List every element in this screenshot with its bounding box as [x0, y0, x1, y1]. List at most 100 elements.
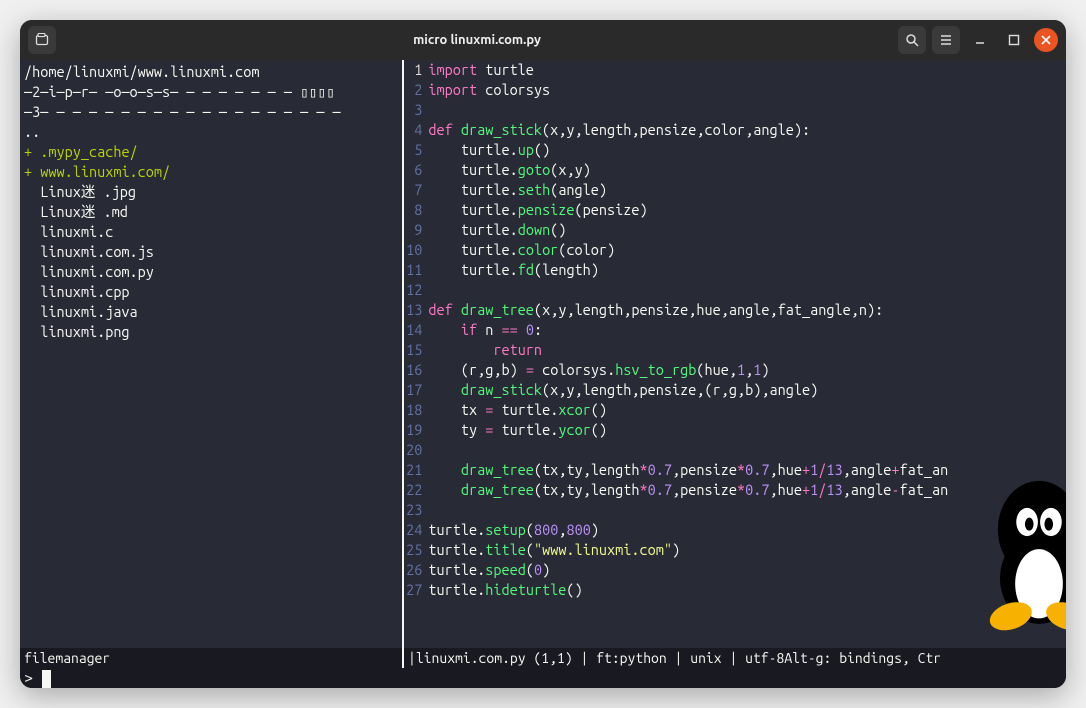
menu-button[interactable] [932, 26, 960, 54]
line-number: 12 [404, 280, 428, 300]
code-text [428, 440, 1066, 460]
code-line[interactable]: 22 draw_tree(tx,ty,length*0.7,pensize*0.… [404, 480, 1066, 500]
search-button[interactable] [898, 26, 926, 54]
line-number: 7 [404, 180, 428, 200]
code-line[interactable]: 21 draw_tree(tx,ty,length*0.7,pensize*0.… [404, 460, 1066, 480]
decor-line-1: —2—i—p—r— —o—o—s—s— — — — — — — — ▯▯▯▯ [24, 82, 398, 102]
maximize-button[interactable] [1000, 26, 1028, 54]
parent-dir[interactable]: .. [24, 122, 398, 142]
code-line[interactable]: 6 turtle.goto(x,y) [404, 160, 1066, 180]
close-button[interactable] [1034, 28, 1058, 52]
code-text: turtle.setup(800,800) [428, 520, 1066, 540]
close-icon [1041, 35, 1051, 45]
code-text: turtle.goto(x,y) [428, 160, 1066, 180]
code-line[interactable]: 17 draw_stick(x,y,length,pensize,(r,g,b)… [404, 380, 1066, 400]
tab-icon [35, 33, 49, 47]
line-number: 9 [404, 220, 428, 240]
line-number: 2 [404, 80, 428, 100]
prompt: > [24, 669, 42, 687]
code-line[interactable]: 3 [404, 100, 1066, 120]
code-text: (r,g,b) = colorsys.hsv_to_rgb(hue,1,1) [428, 360, 1066, 380]
code-text: turtle.down() [428, 220, 1066, 240]
line-number: 11 [404, 260, 428, 280]
code-text: turtle.title("www.linuxmi.com") [428, 540, 1066, 560]
line-number: 24 [404, 520, 428, 540]
code-text: turtle.fd(length) [428, 260, 1066, 280]
search-icon [905, 33, 919, 47]
code-line[interactable]: 14 if n == 0: [404, 320, 1066, 340]
code-text: return [428, 340, 1066, 360]
file-tree[interactable]: /home/linuxmi/www.linuxmi.com —2—i—p—r— … [20, 60, 404, 648]
line-number: 25 [404, 540, 428, 560]
code-text: import turtle [428, 60, 1066, 80]
decor-line-2: —3— — — — — — — — — — — — — — — — — — — [24, 102, 398, 122]
line-number: 6 [404, 160, 428, 180]
code-text: turtle.color(color) [428, 240, 1066, 260]
dir-entry[interactable]: + .mypy_cache/ [24, 142, 398, 162]
file-entry[interactable]: linuxmi.java [24, 302, 398, 322]
cursor [42, 670, 51, 688]
file-entry[interactable]: linuxmi.png [24, 322, 398, 342]
code-line[interactable]: 4def draw_stick(x,y,length,pensize,color… [404, 120, 1066, 140]
line-number: 18 [404, 400, 428, 420]
code-line[interactable]: 18 tx = turtle.xcor() [404, 400, 1066, 420]
line-number: 26 [404, 560, 428, 580]
line-number: 5 [404, 140, 428, 160]
code-line[interactable]: 16 (r,g,b) = colorsys.hsv_to_rgb(hue,1,1… [404, 360, 1066, 380]
line-number: 14 [404, 320, 428, 340]
line-number: 17 [404, 380, 428, 400]
line-number: 3 [404, 100, 428, 120]
code-text: turtle.hideturtle() [428, 580, 1066, 600]
line-number: 1 [404, 60, 428, 80]
code-text: draw_tree(tx,ty,length*0.7,pensize*0.7,h… [428, 460, 1066, 480]
code-line[interactable]: 19 ty = turtle.ycor() [404, 420, 1066, 440]
file-entry[interactable]: linuxmi.cpp [24, 282, 398, 302]
code-line[interactable]: 1import turtle [404, 60, 1066, 80]
status-left: filemanager [20, 648, 404, 668]
titlebar: micro linuxmi.com.py [20, 20, 1066, 60]
code-text: ty = turtle.ycor() [428, 420, 1066, 440]
line-number: 10 [404, 240, 428, 260]
file-entry[interactable]: Linux迷 .jpg [24, 182, 398, 202]
new-tab-button[interactable] [28, 26, 56, 54]
line-number: 13 [404, 300, 428, 320]
code-line[interactable]: 7 turtle.seth(angle) [404, 180, 1066, 200]
line-number: 20 [404, 440, 428, 460]
file-entry[interactable]: linuxmi.c [24, 222, 398, 242]
file-entry[interactable]: linuxmi.com.py [24, 262, 398, 282]
code-text: import colorsys [428, 80, 1066, 100]
code-line[interactable]: 10 turtle.color(color) [404, 240, 1066, 260]
minimize-button[interactable] [966, 26, 994, 54]
code-line[interactable]: 20 [404, 440, 1066, 460]
code-line[interactable]: 5 turtle.up() [404, 140, 1066, 160]
editor-area: /home/linuxmi/www.linuxmi.com —2—i—p—r— … [20, 60, 1066, 648]
line-number: 23 [404, 500, 428, 520]
code-line[interactable]: 26turtle.speed(0) [404, 560, 1066, 580]
code-text: turtle.pensize(pensize) [428, 200, 1066, 220]
code-line[interactable]: 2import colorsys [404, 80, 1066, 100]
status-bar: filemanager |linuxmi.com.py (1,1) | ft:p… [20, 648, 1066, 668]
file-entry[interactable]: linuxmi.com.js [24, 242, 398, 262]
code-line[interactable]: 24turtle.setup(800,800) [404, 520, 1066, 540]
minimize-icon [973, 33, 987, 47]
code-editor[interactable]: 1import turtle2import colorsys34def draw… [404, 60, 1066, 648]
line-number: 8 [404, 200, 428, 220]
dir-entry[interactable]: + www.linuxmi.com/ [24, 162, 398, 182]
command-bar[interactable]: > [20, 668, 1066, 688]
code-line[interactable]: 23 [404, 500, 1066, 520]
window-title: micro linuxmi.com.py [56, 33, 898, 47]
code-line[interactable]: 27turtle.hideturtle() [404, 580, 1066, 600]
code-line[interactable]: 9 turtle.down() [404, 220, 1066, 240]
file-entry[interactable]: Linux迷 .md [24, 202, 398, 222]
line-number: 27 [404, 580, 428, 600]
code-line[interactable]: 25turtle.title("www.linuxmi.com") [404, 540, 1066, 560]
cwd-path: /home/linuxmi/www.linuxmi.com [24, 62, 398, 82]
code-text: turtle.up() [428, 140, 1066, 160]
code-line[interactable]: 15 return [404, 340, 1066, 360]
line-number: 21 [404, 460, 428, 480]
code-line[interactable]: 12 [404, 280, 1066, 300]
code-line[interactable]: 8 turtle.pensize(pensize) [404, 200, 1066, 220]
code-line[interactable]: 13def draw_tree(x,y,length,pensize,hue,a… [404, 300, 1066, 320]
line-number: 15 [404, 340, 428, 360]
code-line[interactable]: 11 turtle.fd(length) [404, 260, 1066, 280]
